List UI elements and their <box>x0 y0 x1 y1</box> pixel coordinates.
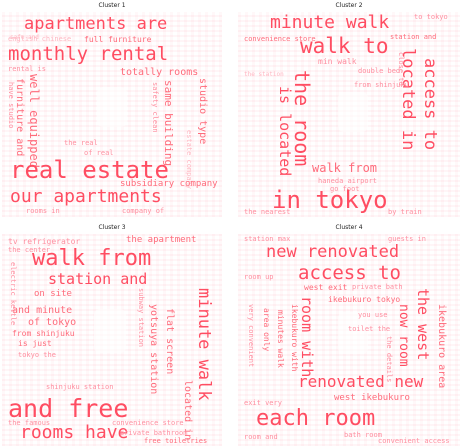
word: the station <box>244 71 284 78</box>
word: you use <box>358 311 388 319</box>
wordcloud: apartments are full furniture english ch… <box>2 12 222 217</box>
wordcloud: station max guests in new renovated acce… <box>238 234 460 446</box>
word: ikebukuro with <box>290 304 299 372</box>
word: west exit <box>304 283 348 292</box>
word: is just <box>18 339 52 348</box>
word: by train <box>388 208 422 216</box>
word: walk from <box>312 161 378 175</box>
word: from shinjuku <box>12 329 75 338</box>
word: room up <box>244 273 274 281</box>
panel-title: Cluster 2 <box>335 2 363 9</box>
panel-title: Cluster 3 <box>98 224 126 231</box>
wordcloud-panel-cluster-2: Cluster 2 minute walk to tokyo walk to s… <box>238 2 460 217</box>
word: convenience store <box>112 419 184 427</box>
wordcloud-panel-cluster-1: Cluster 1 apartments are full furniture … <box>2 2 222 217</box>
word: min walk <box>318 57 357 66</box>
word: the west <box>414 288 432 361</box>
word: of tokyo <box>28 317 77 328</box>
wordcloud-panel-cluster-4: Cluster 4 station max guests in new reno… <box>238 224 460 446</box>
word: the nearest <box>244 208 291 216</box>
silhouette-shape <box>94 309 126 353</box>
word: the apartment <box>126 235 197 245</box>
word: and free <box>8 394 129 423</box>
wordcloud-panel-cluster-3: Cluster 3 the apartment tv refrigerator … <box>2 224 222 446</box>
word: private bath <box>352 283 403 291</box>
word: minute walk <box>194 288 214 401</box>
word: station and <box>390 33 437 41</box>
word: access to <box>298 262 401 284</box>
word: shinjuku station <box>46 383 114 391</box>
word: rooms in <box>26 207 60 215</box>
word: tokyo the <box>18 351 56 359</box>
word: minute walk <box>270 12 390 33</box>
wordcloud: the apartment tv refrigerator the center… <box>2 234 222 446</box>
word: free toiletries <box>144 437 208 445</box>
word: on site <box>34 289 72 299</box>
word: area only <box>262 308 271 352</box>
word: flat screen <box>164 308 175 375</box>
word: new renovated <box>266 242 400 262</box>
word: walk from <box>32 246 152 271</box>
word: room with <box>298 296 316 378</box>
word: is located <box>276 86 294 177</box>
word: apartments are <box>24 14 168 34</box>
word: have studio <box>7 82 15 129</box>
word: totally rooms <box>120 67 199 78</box>
word: access to <box>420 58 440 151</box>
word: furniture and <box>14 78 25 157</box>
word: our apartments <box>10 186 162 207</box>
word: from shinjuku <box>354 81 409 89</box>
word: renovated new <box>298 372 424 391</box>
word: yotsuya station <box>148 304 159 395</box>
word: double bed <box>358 67 401 75</box>
silhouette-shape <box>338 92 368 132</box>
word: bath room <box>344 431 382 439</box>
word: rental is <box>8 65 46 73</box>
word: to tokyo <box>414 13 448 21</box>
word: safety clean <box>151 82 159 133</box>
word: same building <box>162 80 175 167</box>
word: convenient access <box>378 437 450 445</box>
word: and minute <box>12 305 73 316</box>
word: toilet the <box>348 325 391 333</box>
wordcloud: minute walk to tokyo walk to station and… <box>238 12 460 217</box>
word: each room <box>256 406 376 431</box>
word: the real <box>64 139 98 147</box>
word: studio type <box>197 78 208 145</box>
word: convenience store <box>244 35 316 43</box>
word: very convenient <box>247 304 255 368</box>
word: station and <box>48 270 148 288</box>
word: monthly rental <box>8 43 169 65</box>
word: now room <box>396 304 411 367</box>
word: subway station <box>137 288 145 348</box>
panel-title: Cluster 1 <box>98 2 126 9</box>
word: the room <box>290 70 314 167</box>
word: ikebukuro area <box>436 304 447 389</box>
panel-title: Cluster 4 <box>335 224 363 231</box>
word: haneda airport <box>318 177 378 185</box>
word: private bathroom <box>120 429 188 437</box>
word: tv refrigerator <box>8 237 81 246</box>
word: west ikebukuro <box>334 393 410 403</box>
word: ikebukuro tokyo <box>328 295 401 304</box>
word: safe and <box>10 34 39 41</box>
word: company of <box>122 207 165 215</box>
word: room and <box>244 433 278 441</box>
word: minutes walk <box>276 310 285 368</box>
silhouette-shape <box>97 87 127 127</box>
word: well equipped <box>27 74 41 168</box>
